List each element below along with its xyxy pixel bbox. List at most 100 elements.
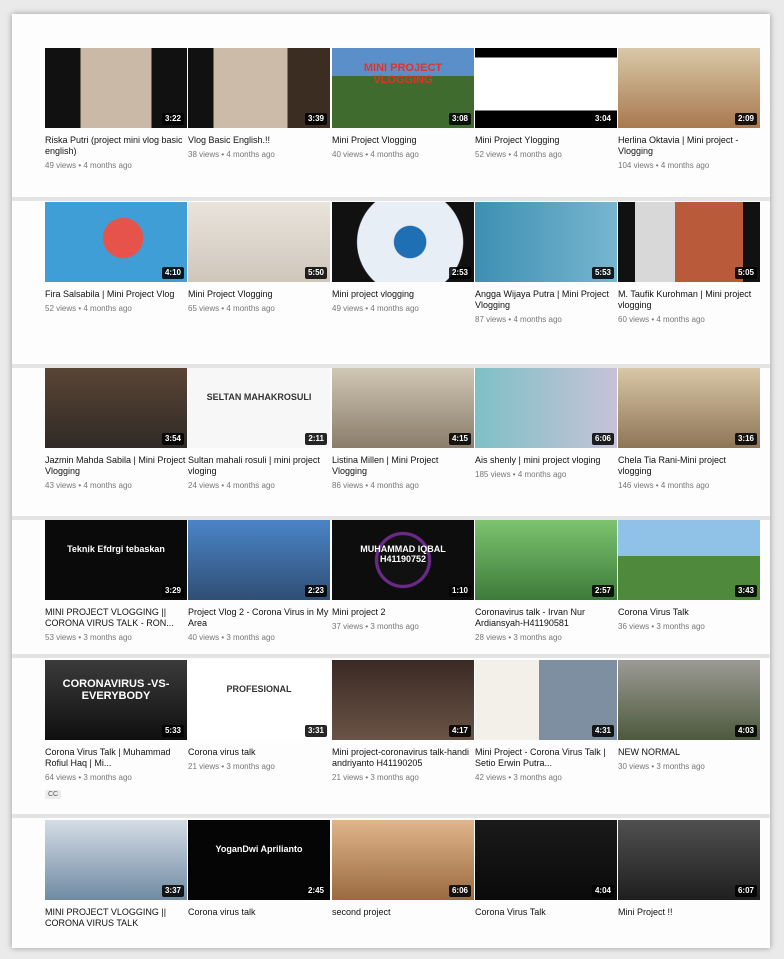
video-thumbnail[interactable]: 4:10 [45,202,187,282]
video-thumbnail[interactable]: 3:37 [45,820,187,900]
video-card[interactable]: MINI PROJECT VLOGGING 3:08 Mini Project Vl… [332,48,474,160]
video-title[interactable]: Fira Salsabila | Mini Project Vlog [45,289,187,300]
video-thumbnail[interactable]: SELTAN MAHAKROSULI 2:11 [188,368,330,448]
video-thumbnail[interactable]: 2:53 [332,202,474,282]
duration-badge: 3:39 [304,113,327,125]
video-card[interactable]: 3:39 Vlog Basic English.!! 38 views • 4 mo… [188,48,330,160]
duration-badge: 5:53 [591,267,614,279]
video-title[interactable]: MINI PROJECT VLOGGING || CORONA VIRUS TA… [45,607,187,629]
video-title[interactable]: second project [332,907,474,918]
video-thumbnail[interactable]: 3:43 [618,520,760,600]
thumbnail-overlay-text: SELTAN MAHAKROSULI [206,392,312,402]
video-thumbnail[interactable]: 5:53 [475,202,617,282]
video-title[interactable]: Mini project-coronavirus talk-handi andr… [332,747,474,769]
video-title[interactable]: Mini Project !! [618,907,760,918]
video-thumbnail[interactable]: YoganDwi Aprilianto 2:45 [188,820,330,900]
video-title[interactable]: M. Taufik Kurohman | Mini project vloggi… [618,289,760,311]
video-title[interactable]: Herlina Oktavia | Mini project - Vloggin… [618,135,760,157]
video-thumbnail[interactable]: Teknik Efdrgi tebaskan 3:29 [45,520,187,600]
video-card[interactable]: CORONAVIRUS -VS- EVERYBODY 5:33 Corona Vir… [45,660,187,801]
video-card[interactable]: 5:53 Angga Wijaya Putra | Mini Project Vl… [475,202,617,325]
video-thumbnail[interactable]: 2:57 [475,520,617,600]
video-title[interactable]: Corona virus talk [188,747,330,758]
video-card[interactable]: YoganDwi Aprilianto 2:45 Corona virus talk [188,820,330,918]
video-thumbnail[interactable]: 3:16 [618,368,760,448]
thumbnail-overlay-text: MINI PROJECT VLOGGING [363,62,443,86]
video-card[interactable]: 2:53 Mini project vlogging 49 views • 4 mo… [332,202,474,314]
video-card[interactable]: 5:50 Mini Project Vlogging 65 views • 4 mo… [188,202,330,314]
video-card[interactable]: 5:05 M. Taufik Kurohman | Mini project vl… [618,202,760,325]
video-card[interactable]: 3:16 Chela Tia Rani-Mini project vlogging… [618,368,760,491]
video-card[interactable]: 3:04 Mini Project Ylogging 52 views • 4 mo… [475,48,617,160]
video-thumbnail[interactable]: 3:39 [188,48,330,128]
video-card[interactable]: 4:03 NEW NORMAL 30 views • 3 months ago [618,660,760,772]
video-title[interactable]: Angga Wijaya Putra | Mini Project Vloggi… [475,289,617,311]
video-card[interactable]: 4:10 Fira Salsabila | Mini Project Vlog 52… [45,202,187,314]
video-thumbnail[interactable]: 4:31 [475,660,617,740]
video-title[interactable]: Listina Millen | Mini Project Vlogging [332,455,474,477]
video-thumbnail[interactable]: 2:09 [618,48,760,128]
video-title[interactable]: Mini Project Ylogging [475,135,617,146]
video-card[interactable]: 6:06 Ais shenly | mini project vloging 185… [475,368,617,480]
video-thumbnail[interactable]: 6:07 [618,820,760,900]
thumbnail-overlay-text: PROFESIONAL [226,684,292,694]
video-title[interactable]: Mini Project Vlogging [332,135,474,146]
video-title[interactable]: Jazmin Mahda Sabila | Mini Project Vlogg… [45,455,187,477]
video-title[interactable]: Chela Tia Rani-Mini project vlogging [618,455,760,477]
video-card[interactable]: 3:54 Jazmin Mahda Sabila | Mini Project V… [45,368,187,491]
video-card[interactable]: MUHAMMAD IQBAL H41190752 1:10 Mini project… [332,520,474,632]
video-card[interactable]: 3:37 MINI PROJECT VLOGGING || CORONA VIRU… [45,820,187,929]
video-card[interactable]: Teknik Efdrgi tebaskan 3:29 MINI PROJECT V… [45,520,187,643]
video-title[interactable]: Riska Putri (project mini vlog basic eng… [45,135,187,157]
video-title[interactable]: Mini project 2 [332,607,474,618]
video-thumbnail[interactable]: 4:04 [475,820,617,900]
video-title[interactable]: Corona virus talk [188,907,330,918]
video-meta: 52 views • 4 months ago [45,304,132,313]
video-title[interactable]: Corona Virus Talk [475,907,617,918]
video-title[interactable]: Mini Project Vlogging [188,289,330,300]
video-title[interactable]: Coronavirus talk - Irvan Nur Ardiansyah-… [475,607,617,629]
video-card[interactable]: 4:15 Listina Millen | Mini Project Vloggi… [332,368,474,491]
video-thumbnail[interactable]: 5:50 [188,202,330,282]
video-title[interactable]: Mini Project - Corona Virus Talk | Setio… [475,747,617,769]
video-title[interactable]: Corona Virus Talk [618,607,760,618]
video-card[interactable]: 2:23 Project Vlog 2 - Corona Virus in My … [188,520,330,643]
video-thumbnail[interactable]: 5:05 [618,202,760,282]
video-title[interactable]: NEW NORMAL [618,747,760,758]
video-thumbnail[interactable]: PROFESIONAL 3:31 [188,660,330,740]
video-title[interactable]: Ais shenly | mini project vloging [475,455,617,466]
video-thumbnail[interactable]: 2:23 [188,520,330,600]
video-meta: 49 views • 4 months ago [45,161,132,170]
video-card[interactable]: PROFESIONAL 3:31 Corona virus talk 21 views… [188,660,330,772]
video-thumbnail[interactable]: 4:17 [332,660,474,740]
video-thumbnail[interactable]: 3:04 [475,48,617,128]
video-thumbnail[interactable]: 4:03 [618,660,760,740]
video-card[interactable]: 6:07 Mini Project !! [618,820,760,918]
video-card[interactable]: SELTAN MAHAKROSULI 2:11 Sultan mahali rosu… [188,368,330,491]
duration-badge: 3:16 [734,433,757,445]
video-card[interactable]: 2:09 Herlina Oktavia | Mini project - Vlo… [618,48,760,171]
video-thumbnail[interactable]: MUHAMMAD IQBAL H41190752 1:10 [332,520,474,600]
video-card[interactable]: 3:43 Corona Virus Talk 36 views • 3 months… [618,520,760,632]
video-thumbnail[interactable]: 4:15 [332,368,474,448]
video-thumbnail[interactable]: 6:06 [475,368,617,448]
video-card[interactable]: 3:22 Riska Putri (project mini vlog basic… [45,48,187,171]
video-title[interactable]: Mini project vlogging [332,289,474,300]
video-card[interactable]: 4:31 Mini Project - Corona Virus Talk | S… [475,660,617,783]
video-title[interactable]: Sultan mahali rosuli | mini project vlog… [188,455,330,477]
video-card[interactable]: 6:06 second project [332,820,474,918]
video-thumbnail[interactable]: 3:54 [45,368,187,448]
video-title[interactable]: Project Vlog 2 - Corona Virus in My Area [188,607,330,629]
video-title[interactable]: Vlog Basic English.!! [188,135,330,146]
duration-badge: 4:03 [734,725,757,737]
video-thumbnail[interactable]: CORONAVIRUS -VS- EVERYBODY 5:33 [45,660,187,740]
video-card[interactable]: 4:17 Mini project-coronavirus talk-handi … [332,660,474,783]
video-card[interactable]: 4:04 Corona Virus Talk [475,820,617,918]
video-title[interactable]: Corona Virus Talk | Muhammad Rofiul Haq … [45,747,187,769]
row-divider [12,197,770,201]
video-thumbnail[interactable]: MINI PROJECT VLOGGING 3:08 [332,48,474,128]
video-thumbnail[interactable]: 6:06 [332,820,474,900]
video-title[interactable]: MINI PROJECT VLOGGING || CORONA VIRUS TA… [45,907,187,929]
video-card[interactable]: 2:57 Coronavirus talk - Irvan Nur Ardians… [475,520,617,643]
video-thumbnail[interactable]: 3:22 [45,48,187,128]
